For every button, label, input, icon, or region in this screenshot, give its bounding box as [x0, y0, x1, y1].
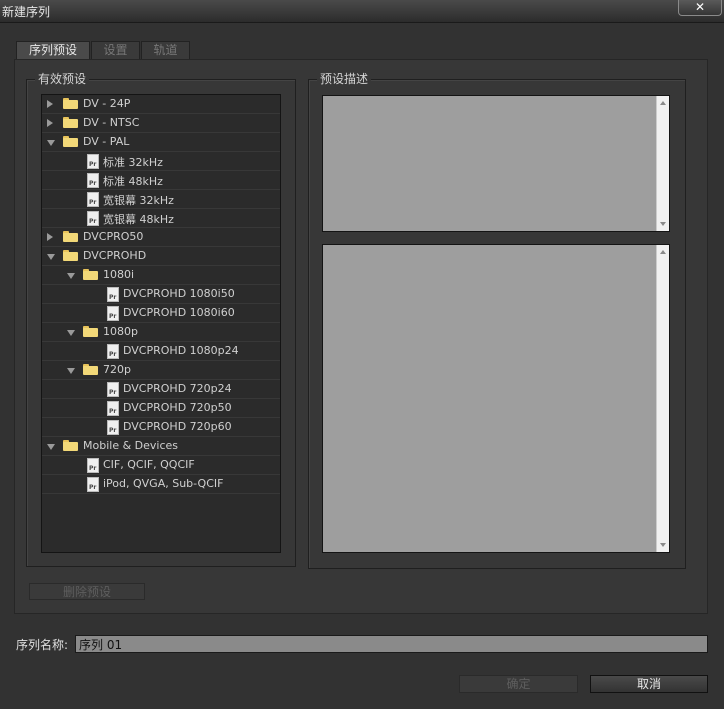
details-scrollbar[interactable]	[656, 245, 669, 552]
tree-row[interactable]: 标准 32kHz	[42, 152, 280, 171]
collapse-triangle-icon[interactable]	[47, 254, 55, 260]
tree-row[interactable]: DVCPROHD	[42, 247, 280, 266]
folder-icon	[83, 269, 98, 280]
tree-row-label: 1080p	[103, 325, 138, 338]
tree-row-label: DVCPRO50	[83, 230, 144, 243]
tree-row-label: 标准 32kHz	[103, 156, 163, 169]
preset-details-box[interactable]	[322, 244, 670, 553]
description-scrollbar[interactable]	[656, 96, 669, 231]
ok-button[interactable]: 确定	[459, 675, 578, 693]
tree-row[interactable]: DVCPRO50	[42, 228, 280, 247]
premiere-file-icon	[87, 477, 99, 492]
scroll-up-icon[interactable]	[660, 250, 666, 254]
tree-row[interactable]: 1080i	[42, 266, 280, 285]
tree-row-label: 标准 48kHz	[103, 175, 163, 188]
description-group-label: 预设描述	[317, 72, 372, 86]
delete-preset-button[interactable]: 删除预设	[29, 583, 145, 600]
scroll-up-icon[interactable]	[660, 101, 666, 105]
premiere-file-icon	[87, 211, 99, 226]
tree-row[interactable]: DVCPROHD 1080i50	[42, 285, 280, 304]
title-bar: 新建序列 ✕	[0, 0, 724, 23]
tree-row-label: DVCPROHD 720p60	[123, 420, 232, 433]
scroll-down-icon[interactable]	[660, 222, 666, 226]
tree-row[interactable]: DVCPROHD 720p24	[42, 380, 280, 399]
tree-row-label: 宽银幕 48kHz	[103, 213, 174, 226]
folder-icon	[63, 117, 78, 128]
premiere-file-icon	[107, 306, 119, 321]
scroll-down-icon[interactable]	[660, 543, 666, 547]
premiere-file-icon	[87, 458, 99, 473]
collapse-triangle-icon[interactable]	[67, 330, 75, 336]
tree-row[interactable]: 标准 48kHz	[42, 171, 280, 190]
premiere-file-icon	[87, 154, 99, 169]
main-panel: 有效预设 DV - 24P DV - NTSC DV - PAL 标准 32kHz 标准…	[14, 59, 708, 614]
tree-row[interactable]: 1080p	[42, 323, 280, 342]
tree-row[interactable]: DVCPROHD 720p50	[42, 399, 280, 418]
tree-row[interactable]: DVCPROHD 720p60	[42, 418, 280, 437]
presets-group-label: 有效预设	[35, 72, 90, 86]
folder-icon	[63, 98, 78, 109]
tree-row-label: DV - NTSC	[83, 116, 140, 129]
expand-triangle-icon[interactable]	[47, 100, 53, 108]
tree-row[interactable]: 宽银幕 48kHz	[42, 209, 280, 228]
tree-row[interactable]: DV - NTSC	[42, 114, 280, 133]
collapse-triangle-icon[interactable]	[47, 140, 55, 146]
tree-row-label: iPod, QVGA, Sub-QCIF	[103, 477, 224, 490]
folder-icon	[63, 231, 78, 242]
close-button[interactable]: ✕	[678, 0, 722, 16]
tree-row-label: DVCPROHD 1080i60	[123, 306, 235, 319]
tree-row[interactable]: DVCPROHD 1080p24	[42, 342, 280, 361]
tree-row[interactable]: DVCPROHD 1080i60	[42, 304, 280, 323]
collapse-triangle-icon[interactable]	[67, 368, 75, 374]
tree-row-label: DVCPROHD 720p50	[123, 401, 232, 414]
expand-triangle-icon[interactable]	[47, 233, 53, 241]
folder-icon	[63, 250, 78, 261]
tree-row[interactable]: DV - 24P	[42, 95, 280, 114]
tree-row[interactable]: 宽银幕 32kHz	[42, 190, 280, 209]
premiere-file-icon	[107, 420, 119, 435]
tab-tracks[interactable]: 轨道	[141, 41, 190, 59]
tab-sequence-presets[interactable]: 序列预设	[16, 41, 90, 59]
premiere-file-icon	[87, 192, 99, 207]
tree-row-label: DVCPROHD	[83, 249, 147, 262]
sequence-name-input[interactable]	[75, 635, 708, 653]
tree-row[interactable]: 720p	[42, 361, 280, 380]
tree-row-label: Mobile & Devices	[83, 439, 179, 452]
collapse-triangle-icon[interactable]	[67, 273, 75, 279]
cancel-button[interactable]: 取消	[590, 675, 708, 693]
tree-row-label: DVCPROHD 1080i50	[123, 287, 235, 300]
collapse-triangle-icon[interactable]	[47, 444, 55, 450]
sequence-name-label: 序列名称:	[16, 638, 69, 652]
tree-row-label: DVCPROHD 1080p24	[123, 344, 239, 357]
premiere-file-icon	[87, 173, 99, 188]
expand-triangle-icon[interactable]	[47, 119, 53, 127]
tree-row[interactable]: DV - PAL	[42, 133, 280, 152]
premiere-file-icon	[107, 401, 119, 416]
tree-row-label: DV - PAL	[83, 135, 130, 148]
preset-description-box[interactable]	[322, 95, 670, 232]
tree-row-label: CIF, QCIF, QQCIF	[103, 458, 195, 471]
folder-icon	[83, 326, 98, 337]
tree-row[interactable]: iPod, QVGA, Sub-QCIF	[42, 475, 280, 494]
tree-row-label: DVCPROHD 720p24	[123, 382, 232, 395]
tree-row-label: 1080i	[103, 268, 135, 281]
premiere-file-icon	[107, 382, 119, 397]
folder-icon	[83, 364, 98, 375]
tree-row-label: 720p	[103, 363, 131, 376]
tree-row-label: 宽银幕 32kHz	[103, 194, 174, 207]
folder-icon	[63, 136, 78, 147]
tree-row[interactable]: CIF, QCIF, QQCIF	[42, 456, 280, 475]
tab-settings[interactable]: 设置	[91, 41, 140, 59]
premiere-file-icon	[107, 287, 119, 302]
premiere-file-icon	[107, 344, 119, 359]
preset-tree[interactable]: DV - 24P DV - NTSC DV - PAL 标准 32kHz 标准 48kH…	[41, 94, 281, 553]
window-title: 新建序列	[2, 5, 51, 19]
tree-row[interactable]: Mobile & Devices	[42, 437, 280, 456]
folder-icon	[63, 440, 78, 451]
tree-row-label: DV - 24P	[83, 97, 131, 110]
